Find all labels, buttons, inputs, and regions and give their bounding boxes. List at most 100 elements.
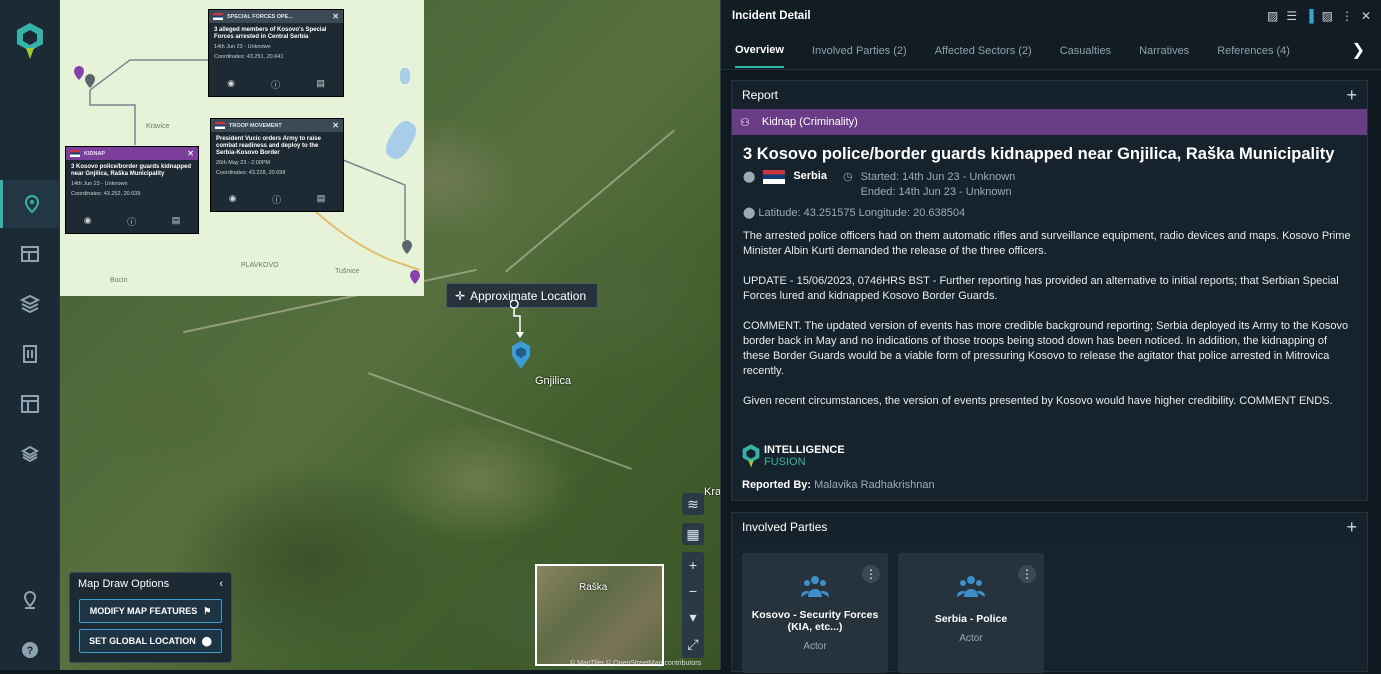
party-card[interactable]: ⋮ Serbia - Police Actor (898, 553, 1044, 673)
card-tag: TROOP MOVEMENT (229, 122, 282, 129)
building-icon[interactable] (0, 330, 60, 378)
layout-split-icon[interactable]: ▐ (1305, 9, 1314, 23)
layout-left-icon[interactable]: ▨ (1267, 9, 1278, 23)
collapse-icon[interactable]: ‹ (219, 578, 223, 590)
section-title: Involved Parties (742, 520, 828, 534)
card-title: President Vucic orders Army to raise com… (216, 136, 321, 156)
dashboard-icon[interactable] (0, 230, 60, 278)
map-attribution: © MapTiler © OpenStreetMap contributors (570, 660, 702, 667)
tab-involved-parties[interactable]: Involved Parties (2) (812, 35, 907, 67)
place-label: Kravice (146, 123, 170, 130)
add-icon[interactable]: + (1346, 517, 1357, 538)
card-tag: KIDNAP (84, 150, 106, 157)
zoom-controls: + − ▾ ⤢ (682, 552, 704, 658)
info-icon[interactable]: ⓘ (272, 193, 281, 206)
category-label: Kidnap (Criminality) (761, 116, 858, 128)
close-icon[interactable]: ✕ (332, 12, 339, 21)
tab-narratives[interactable]: Narratives (1139, 35, 1189, 67)
compass-icon[interactable]: ▾ (689, 609, 696, 626)
map-marker-icon[interactable] (410, 270, 420, 284)
map-style-icon[interactable]: ▦ (682, 523, 704, 545)
close-icon[interactable]: ✕ (1361, 9, 1371, 23)
svg-text:?: ? (27, 645, 34, 657)
stack-icon[interactable] (0, 430, 60, 478)
minimap-label: Raška (579, 582, 608, 593)
map-road (368, 372, 632, 470)
card-date: 14th Jun 23 - Unknown (214, 44, 271, 50)
zoom-in-icon[interactable]: + (689, 557, 697, 573)
tab-affected-sectors[interactable]: Affected Sectors (2) (935, 35, 1032, 67)
more-icon[interactable]: ⋮ (1018, 565, 1036, 583)
fullscreen-icon[interactable]: ⤢ (687, 636, 698, 653)
map-marker-icon[interactable] (85, 74, 95, 88)
card-header: KIDNAP ✕ (66, 147, 198, 160)
modify-label: MODIFY MAP FEATURES (89, 606, 198, 616)
layers-icon[interactable]: ≋ (682, 493, 704, 515)
card-tag: SPECIAL FORCES OPE... (227, 13, 293, 20)
report-section: Report + ⚇ Kidnap (Criminality) 3 Kosovo … (731, 80, 1368, 501)
place-label: Tušnice (335, 268, 360, 275)
report-icon[interactable]: ▤ (317, 193, 326, 206)
more-icon[interactable]: ⋮ (862, 565, 880, 583)
layout-icon[interactable] (0, 380, 60, 428)
incident-meta: ⬤ Serbia ◷ Started: 14th Jun 23 - Unknow… (732, 170, 1367, 200)
place-label-gnjilica: Gnjilica (535, 375, 572, 387)
tab-casualties[interactable]: Casualties (1060, 35, 1111, 67)
more-icon[interactable]: ⋮ (1341, 9, 1353, 23)
set-global-location-button[interactable]: SET GLOBAL LOCATION ⬤ (79, 629, 222, 653)
eye-icon[interactable]: ◉ (84, 215, 92, 228)
close-icon[interactable]: ✕ (332, 121, 339, 130)
zoom-out-icon[interactable]: − (689, 583, 697, 599)
reported-by: Reported By: Malavika Radhakrishnan (742, 479, 935, 491)
party-role: Actor (959, 633, 983, 644)
layout-rows-icon[interactable]: ☰ (1286, 9, 1297, 23)
serbia-flag-icon (213, 13, 223, 20)
close-icon[interactable]: ✕ (187, 149, 194, 158)
eye-icon[interactable]: ◉ (229, 193, 237, 206)
card-title: 3 alleged members of Kosovo's Special Fo… (214, 27, 327, 40)
clock-icon: ◷ (842, 171, 853, 183)
intelligence-fusion-logo: INTELLIGENCE FUSION (742, 443, 845, 469)
minimap[interactable]: Raška (535, 564, 664, 666)
report-body: The arrested police officers had on them… (732, 225, 1367, 428)
card-coords: Coordinates: 43.251, 20.641 (214, 54, 284, 60)
layers-icon[interactable] (0, 280, 60, 328)
incident-card-kidnap[interactable]: KIDNAP ✕ 3 Kosovo police/border guards ki… (65, 146, 199, 234)
map-view[interactable]: Kravice PLAVKOVO Tušnice Bocin SPECIAL F… (60, 0, 720, 670)
map-marker-icon[interactable] (74, 66, 84, 80)
eye-icon[interactable]: ◉ (227, 78, 235, 91)
incident-inset-map[interactable]: Kravice PLAVKOVO Tušnice Bocin SPECIAL F… (60, 0, 424, 296)
category-bar: ⚇ Kidnap (Criminality) (732, 109, 1367, 135)
app-logo-icon[interactable] (16, 22, 44, 60)
chevron-right-icon[interactable]: ❯ (1352, 40, 1365, 60)
reported-by-label: Reported By: (742, 479, 812, 491)
info-icon[interactable]: ⓘ (271, 78, 280, 91)
report-icon[interactable]: ▤ (316, 78, 325, 91)
country: Serbia (793, 170, 827, 182)
incident-location-pin-icon[interactable] (510, 340, 532, 370)
info-icon[interactable]: ⓘ (127, 215, 136, 228)
help-icon[interactable]: ? (0, 626, 60, 674)
brand-line1: INTELLIGENCE (764, 444, 845, 456)
incident-card[interactable]: SPECIAL FORCES OPE... ✕ 3 alleged members… (208, 9, 344, 97)
party-card[interactable]: ⋮ Kosovo - Security Forces (KIA, etc...)… (742, 553, 888, 673)
map-marker-icon[interactable] (402, 240, 412, 254)
crosshair-icon: ✛ (455, 288, 466, 303)
card-title: 3 Kosovo police/border guards kidnapped … (71, 164, 192, 177)
report-icon[interactable]: ▤ (172, 215, 181, 228)
brand-line2: FUSION (764, 456, 806, 468)
tab-references[interactable]: References (4) (1217, 35, 1290, 67)
location-pin-icon[interactable] (0, 576, 60, 624)
incident-card[interactable]: TROOP MOVEMENT ✕ President Vucic orders A… (210, 118, 344, 212)
tab-bar: Overview Involved Parties (2) Affected S… (721, 32, 1381, 70)
approximate-location-label: Approximate Location (470, 288, 587, 303)
tab-overview[interactable]: Overview (735, 34, 784, 68)
party-role: Actor (803, 641, 827, 652)
party-name: Kosovo - Security Forces (KIA, etc...) (751, 609, 879, 633)
add-icon[interactable]: + (1346, 85, 1357, 106)
card-date: 26th May 23 - 2:00PM (216, 160, 271, 166)
map-icon[interactable] (0, 180, 60, 228)
modify-map-features-button[interactable]: MODIFY MAP FEATURES ⚑ (79, 599, 222, 623)
flag-icon: ⚑ (203, 605, 212, 616)
layout-full-icon[interactable]: ▨ (1322, 9, 1333, 23)
